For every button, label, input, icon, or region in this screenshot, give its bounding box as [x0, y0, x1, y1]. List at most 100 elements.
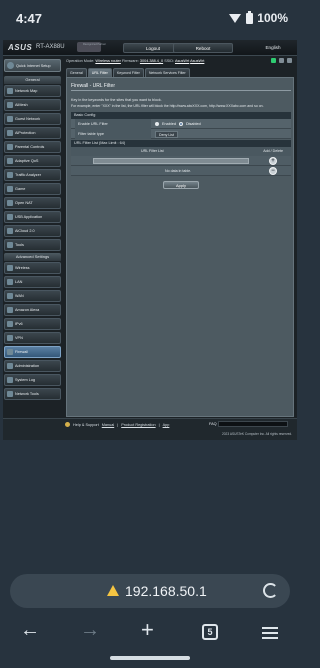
sidebar-item-aiprotection[interactable]: AiProtection	[4, 127, 61, 139]
sidebar-item-system-log[interactable]: System Log	[4, 374, 61, 386]
battery-icon	[246, 10, 254, 24]
copyright-text: 2023 ASUSTeK Computer Inc. All rights re…	[222, 432, 292, 436]
browser-address-bar[interactable]: 192.168.50.1	[10, 574, 290, 608]
ssid-link-1[interactable]: AsusWrt	[175, 59, 189, 63]
firmware-label: Firmware:	[121, 59, 139, 63]
router-header: ASUS RT-AX88U Recognized Partner Logout …	[3, 40, 297, 56]
title-divider	[71, 90, 291, 91]
advanced-section-title: Advanced Settings	[4, 253, 61, 261]
help-icon	[65, 422, 70, 427]
sidebar-item-aicloud-2-0[interactable]: AiCloud 2.0	[4, 225, 61, 237]
url-text[interactable]: 192.168.50.1	[125, 583, 207, 599]
faq-search-input[interactable]	[218, 421, 288, 427]
sidebar-item-label: AiCloud 2.0	[15, 229, 35, 233]
tab-url-filter[interactable]: URL Filter	[87, 68, 112, 77]
globe-icon	[7, 62, 14, 69]
sidebar-item-usb-application[interactable]: USB Application	[4, 211, 61, 223]
language-select[interactable]: English	[255, 43, 291, 53]
disabled-radio[interactable]	[178, 122, 183, 126]
tab-network-services-filter[interactable]: Network Services Filter	[144, 68, 190, 77]
filter-type-select[interactable]: Deny List	[155, 130, 178, 138]
sidebar-item-parental-controls[interactable]: Parental Controls	[4, 141, 61, 153]
browser-toolbar: ← → + 5	[0, 614, 300, 650]
open-nat-icon	[7, 200, 13, 206]
tab-general[interactable]: General	[66, 68, 87, 77]
sidebar-item-open-nat[interactable]: Open NAT	[4, 197, 61, 209]
sidebar-item-amazon-alexa[interactable]: Amazon Alexa	[4, 304, 61, 316]
menu-icon[interactable]	[262, 627, 278, 639]
firewall-icon	[7, 349, 13, 355]
app-status-icon[interactable]	[279, 58, 284, 63]
ipv6-icon	[7, 321, 13, 327]
sidebar-item-label: System Log	[15, 378, 36, 382]
url-list-columns: URL Filter List Add / Delete	[71, 147, 291, 156]
sidebar-item-traffic-analyzer[interactable]: Traffic Analyzer	[4, 169, 61, 181]
usb-status-icon[interactable]	[287, 58, 292, 63]
sidebar-item-guest-network[interactable]: Guest Network	[4, 113, 61, 125]
back-arrow-icon[interactable]: ←	[20, 620, 40, 640]
no-data-text: No data in table.	[165, 169, 192, 173]
sidebar-item-administration[interactable]: Administration	[4, 360, 61, 372]
sidebar-item-label: Adaptive QoS	[15, 159, 39, 163]
add-url-button[interactable]: +	[269, 157, 277, 165]
disabled-label: Disabled	[185, 122, 201, 126]
status-icons: 100%	[229, 10, 288, 25]
sidebar-item-label: Wireless	[15, 266, 30, 270]
wireless-icon	[7, 265, 13, 271]
filter-type-value: Deny List	[155, 129, 178, 139]
sidebar-item-label: Traffic Analyzer	[15, 173, 41, 177]
sidebar-item-firewall[interactable]: Firewall	[4, 346, 61, 358]
sidebar-item-wireless[interactable]: Wireless	[4, 262, 61, 274]
aiprotection-icon	[7, 130, 13, 136]
delete-url-button[interactable]: −	[269, 167, 277, 175]
tab-keyword-filter[interactable]: Keyword Filter	[112, 68, 144, 77]
quick-internet-setup-button[interactable]: Quick Internet Setup	[4, 59, 61, 72]
usb-application-icon	[7, 214, 13, 220]
product-registration-link[interactable]: Product Registration	[121, 423, 155, 427]
not-secure-warning-icon[interactable]	[107, 585, 119, 596]
link-separator: |	[158, 422, 160, 427]
col-add-delete: Add / Delete	[263, 149, 283, 153]
manual-link[interactable]: Manual	[102, 423, 114, 427]
ssid-link-2[interactable]: AsusWrt	[190, 59, 204, 63]
sidebar-item-tools[interactable]: Tools	[4, 239, 61, 251]
op-mode-link[interactable]: Wireless router	[95, 59, 121, 63]
apply-button[interactable]: Apply	[163, 181, 199, 189]
reload-icon[interactable]	[263, 583, 278, 598]
sidebar-item-network-tools[interactable]: Network Tools	[4, 388, 61, 400]
url-filter-input[interactable]	[93, 158, 249, 164]
sidebar-item-lan[interactable]: LAN	[4, 276, 61, 288]
general-menu: Network Map AiMesh Guest Network AiProtecti…	[3, 85, 62, 251]
partner-logo-text: Recognized Partner	[83, 43, 106, 46]
home-indicator[interactable]	[110, 656, 190, 660]
aimesh-icon	[7, 102, 13, 108]
sidebar-item-ipv6[interactable]: IPv6	[4, 318, 61, 330]
sidebar-item-adaptive-qos[interactable]: Adaptive QoS	[4, 155, 61, 167]
sidebar-item-game[interactable]: Game	[4, 183, 61, 195]
new-tab-plus-icon[interactable]: +	[141, 619, 154, 641]
forward-arrow-icon[interactable]: →	[80, 620, 100, 640]
quick-setup-label: Quick Internet Setup	[16, 63, 51, 68]
description-line-1: Key in the keywords for the sites that y…	[71, 98, 162, 102]
sidebar-item-wan[interactable]: WAN	[4, 290, 61, 302]
router-footer: Help & Support Manual | Product Registra…	[3, 418, 297, 440]
app-link[interactable]: App	[163, 423, 170, 427]
sidebar-item-vpn[interactable]: VPN	[4, 332, 61, 344]
sidebar-item-network-map[interactable]: Network Map	[4, 85, 61, 97]
sidebar-item-aimesh[interactable]: AiMesh	[4, 99, 61, 111]
sidebar-item-label: Guest Network	[15, 117, 41, 121]
firmware-link[interactable]: 3004.388.4_0	[140, 59, 163, 63]
tools-icon	[7, 242, 13, 248]
wifi-status-icon[interactable]	[271, 58, 276, 63]
enabled-radio[interactable]	[155, 122, 159, 126]
advanced-menu: Wireless LAN WAN Amazon Alexa IPv6 VPN Firewal…	[3, 262, 62, 400]
sidebar-item-label: USB Application	[15, 215, 43, 219]
parental-controls-icon	[7, 144, 13, 150]
sidebar-item-label: IPv6	[15, 322, 23, 326]
description-line-2: For example, enter "XXX" in the list, th…	[71, 104, 264, 108]
reboot-button[interactable]: Reboot	[173, 43, 233, 53]
sidebar-item-label: Amazon Alexa	[15, 308, 40, 312]
traffic-analyzer-icon	[7, 172, 13, 178]
sidebar-item-label: Parental Controls	[15, 145, 45, 149]
tab-switcher-button[interactable]: 5	[202, 624, 218, 640]
